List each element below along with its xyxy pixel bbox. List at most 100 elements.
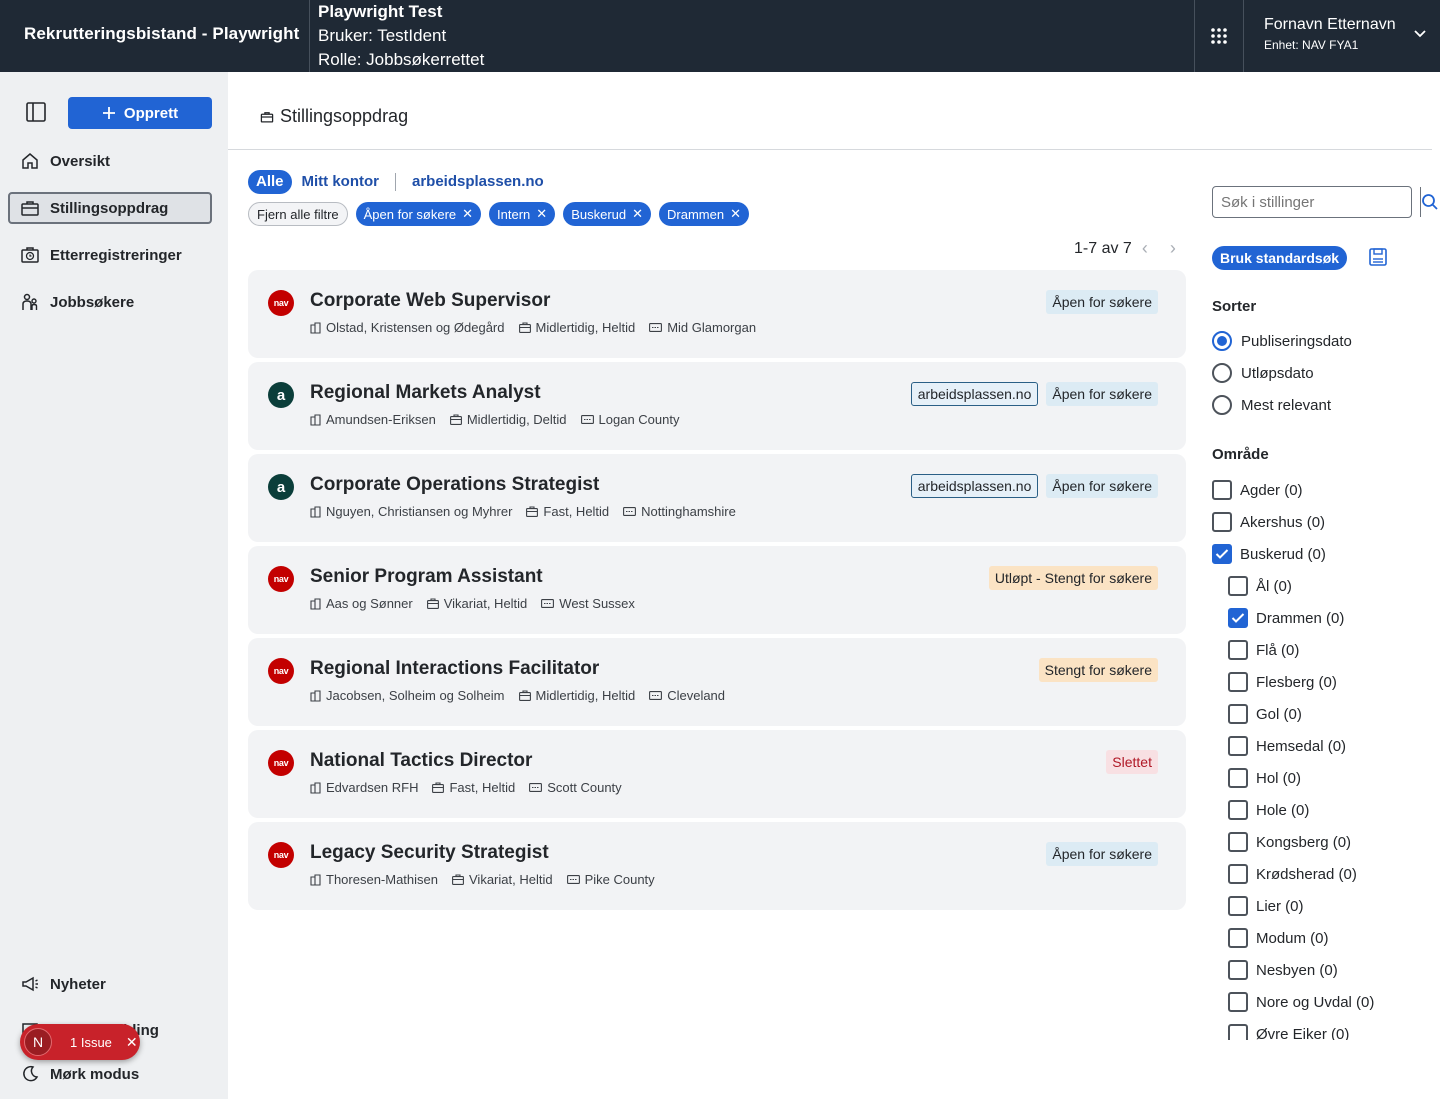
arbeidsplassen-logo-icon: a: [268, 474, 294, 500]
employment-type-text: Fast, Heltid: [543, 504, 610, 519]
checkbox[interactable]: [1228, 640, 1248, 660]
area-option[interactable]: Drammen (0): [1228, 608, 1344, 628]
close-icon[interactable]: ✕: [126, 1034, 138, 1051]
radio-button[interactable]: [1212, 395, 1232, 415]
area-option-label: Gol (0): [1256, 705, 1302, 723]
checkbox[interactable]: [1228, 928, 1248, 948]
sidebar-item-etterregistreringer[interactable]: Etterregistreringer: [8, 239, 212, 271]
apps-menu-button[interactable]: [1196, 0, 1242, 72]
sidebar-item-nyheter[interactable]: Nyheter: [8, 968, 212, 1000]
job-card[interactable]: nav Legacy Security Strategist Thoresen-…: [248, 822, 1186, 910]
area-option[interactable]: Buskerud (0): [1212, 544, 1326, 564]
radio-button[interactable]: [1212, 331, 1232, 351]
chevron-left-icon[interactable]: ‹: [1142, 238, 1148, 259]
checkbox[interactable]: [1228, 992, 1248, 1012]
job-card[interactable]: nav Regional Interactions Facilitator Ja…: [248, 638, 1186, 726]
tab-alle[interactable]: Alle: [248, 170, 292, 194]
job-card[interactable]: nav Corporate Web Supervisor Olstad, Kri…: [248, 270, 1186, 358]
checkbox[interactable]: [1228, 1024, 1248, 1040]
checkbox[interactable]: [1228, 864, 1248, 884]
job-title[interactable]: Senior Program Assistant: [310, 566, 543, 588]
area-option[interactable]: Akershus (0): [1212, 512, 1325, 532]
employer-name: Edvardsen RFH: [326, 780, 419, 795]
chevron-down-icon: [1414, 30, 1426, 38]
header-divider: [309, 0, 310, 72]
create-button[interactable]: Opprett: [68, 97, 212, 129]
filter-chip[interactable]: Drammen ✕: [659, 202, 750, 226]
filter-chip[interactable]: Buskerud ✕: [563, 202, 652, 226]
employment-type: Midlertidig, Deltid: [449, 412, 567, 427]
sort-option[interactable]: Utløpsdato: [1212, 363, 1314, 383]
sort-option[interactable]: Mest relevant: [1212, 395, 1331, 415]
sidebar-item-stillingsoppdrag[interactable]: Stillingsoppdrag: [8, 192, 212, 224]
close-icon: ✕: [536, 206, 548, 221]
area-option[interactable]: Flå (0): [1228, 640, 1299, 660]
checkbox[interactable]: [1228, 608, 1248, 628]
status-badge: arbeidsplassen.no: [910, 474, 1039, 498]
job-title[interactable]: Regional Markets Analyst: [310, 382, 541, 404]
dev-issues-badge[interactable]: N 1 Issue ✕: [20, 1024, 140, 1060]
search-button[interactable]: [1420, 187, 1439, 217]
job-title[interactable]: Regional Interactions Facilitator: [310, 658, 599, 680]
checkbox[interactable]: [1212, 512, 1232, 532]
radio-button[interactable]: [1212, 363, 1232, 383]
card-tags: Åpen for søkere: [1046, 842, 1158, 866]
filter-chip[interactable]: Åpen for søkere ✕: [355, 202, 482, 226]
sidebar-item-dark-mode[interactable]: Mørk modus: [8, 1058, 212, 1090]
location: Scott County: [529, 780, 622, 795]
checkbox[interactable]: [1228, 832, 1248, 852]
checkbox[interactable]: [1228, 800, 1248, 820]
area-option[interactable]: Hol (0): [1228, 768, 1301, 788]
job-title[interactable]: National Tactics Director: [310, 750, 532, 772]
area-option[interactable]: Modum (0): [1228, 928, 1329, 948]
clear-filters-button[interactable]: Fjern alle filtre: [248, 202, 348, 226]
sidebar-item-oversikt[interactable]: Oversikt: [8, 145, 212, 177]
app-title[interactable]: Rekrutteringsbistand - Playwright: [24, 24, 299, 44]
checkbox[interactable]: [1212, 544, 1232, 564]
area-option[interactable]: Øvre Eiker (0): [1228, 1024, 1349, 1040]
area-option[interactable]: Ål (0): [1228, 576, 1292, 596]
job-title[interactable]: Legacy Security Strategist: [310, 842, 549, 864]
card-tags: Stengt for søkere: [1038, 658, 1158, 682]
checkbox[interactable]: [1228, 768, 1248, 788]
tab-mitt-kontor[interactable]: Mitt kontor: [294, 170, 387, 194]
sidebar-item-jobbsokere[interactable]: Jobbsøkere: [8, 286, 212, 318]
area-option[interactable]: Kongsberg (0): [1228, 832, 1351, 852]
sidebar-toggle-icon[interactable]: [24, 100, 48, 124]
job-title[interactable]: Corporate Web Supervisor: [310, 290, 550, 312]
test-info: Playwright Test Bruker: TestIdent Rolle:…: [318, 0, 484, 72]
area-option[interactable]: Agder (0): [1212, 480, 1303, 500]
area-option[interactable]: Nore og Uvdal (0): [1228, 992, 1374, 1012]
chevron-right-icon[interactable]: ›: [1170, 238, 1176, 259]
area-option[interactable]: Krødsherad (0): [1228, 864, 1357, 884]
job-card[interactable]: a Corporate Operations Strategist Nguyen…: [248, 454, 1186, 542]
sort-option[interactable]: Publiseringsdato: [1212, 331, 1352, 351]
area-option[interactable]: Hemsedal (0): [1228, 736, 1346, 756]
area-option[interactable]: Nesbyen (0): [1228, 960, 1338, 980]
save-icon[interactable]: [1368, 247, 1388, 267]
checkbox[interactable]: [1228, 576, 1248, 596]
checkbox[interactable]: [1228, 736, 1248, 756]
filter-chip[interactable]: Intern ✕: [489, 202, 556, 226]
area-option[interactable]: Lier (0): [1228, 896, 1304, 916]
standard-search-button[interactable]: Bruk standardsøk: [1212, 246, 1348, 270]
checkbox[interactable]: [1228, 672, 1248, 692]
job-card[interactable]: nav National Tactics Director Edvardsen …: [248, 730, 1186, 818]
checkbox[interactable]: [1228, 896, 1248, 916]
search-input[interactable]: [1213, 187, 1420, 217]
checkbox[interactable]: [1228, 704, 1248, 724]
area-option-label: Krødsherad (0): [1256, 865, 1357, 883]
employment-type: Vikariat, Heltid: [426, 596, 527, 611]
area-option[interactable]: Flesberg (0): [1228, 672, 1337, 692]
checkbox[interactable]: [1212, 480, 1232, 500]
checkbox[interactable]: [1228, 960, 1248, 980]
tab-arbeidsplassen[interactable]: arbeidsplassen.no: [404, 170, 552, 194]
user-menu[interactable]: Fornavn Etternavn Enhet: NAV FYA1: [1244, 0, 1440, 72]
job-title[interactable]: Corporate Operations Strategist: [310, 474, 599, 496]
job-card[interactable]: nav Senior Program Assistant Aas og Sønn…: [248, 546, 1186, 634]
status-badge: Slettet: [1106, 750, 1158, 774]
area-option[interactable]: Gol (0): [1228, 704, 1302, 724]
area-option[interactable]: Hole (0): [1228, 800, 1309, 820]
card-tags: arbeidsplassen.no Åpen for søkere: [910, 382, 1158, 406]
job-card[interactable]: a Regional Markets Analyst Amundsen-Erik…: [248, 362, 1186, 450]
